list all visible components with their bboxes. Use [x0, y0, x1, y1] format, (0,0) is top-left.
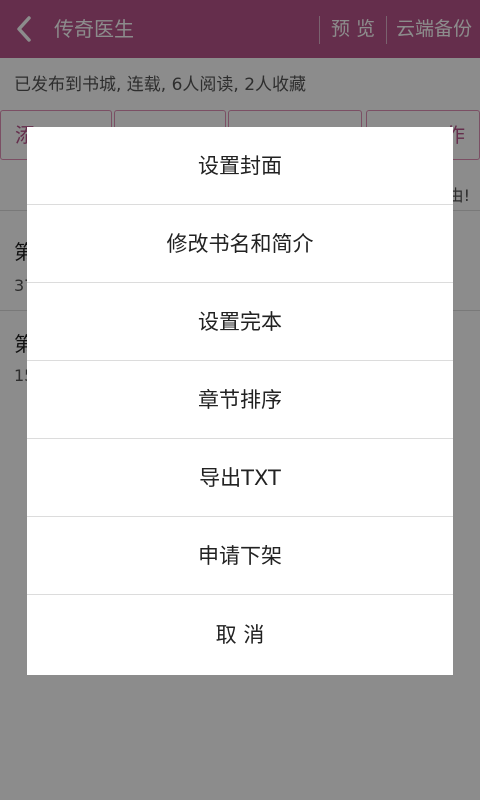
- mark-complete-item[interactable]: 设置完本: [27, 283, 453, 361]
- edit-title-intro-item[interactable]: 修改书名和简介: [27, 205, 453, 283]
- book-options-dialog: 设置封面 修改书名和简介 设置完本 章节排序 导出TXT 申请下架 取 消: [27, 127, 453, 675]
- sort-chapters-item[interactable]: 章节排序: [27, 361, 453, 439]
- request-unpublish-item[interactable]: 申请下架: [27, 517, 453, 595]
- set-cover-item[interactable]: 设置封面: [27, 127, 453, 205]
- cancel-button[interactable]: 取 消: [27, 595, 453, 675]
- screen: 传奇医生 预 览 云端备份 已发布到书城, 连载, 6人阅读, 2人收藏 添 作…: [0, 0, 480, 800]
- export-txt-item[interactable]: 导出TXT: [27, 439, 453, 517]
